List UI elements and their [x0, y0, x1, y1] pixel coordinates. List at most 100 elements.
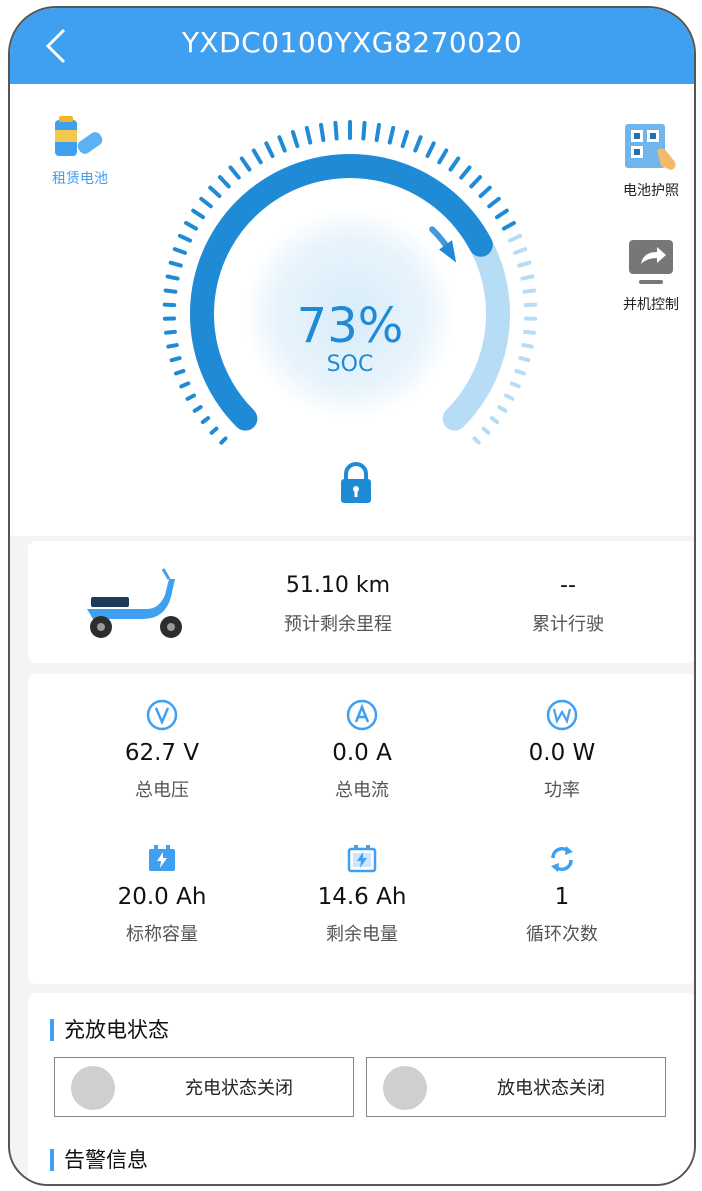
gauge-tick [239, 156, 252, 172]
metrics-card: 62.7 V 总电压 0.0 A 总电流 0.0 W 功率 20.0 Ah 标称… [28, 674, 694, 984]
metric-power: 0.0 W 功率 [482, 698, 642, 802]
alarm-info-title: 告警信息 [50, 1149, 148, 1171]
gauge-tick [217, 175, 231, 189]
discharge-state-toggle[interactable]: 放电状态关闭 [366, 1057, 666, 1117]
gauge-tick [469, 175, 483, 189]
gauge-tick [165, 274, 180, 281]
gauge-tick [425, 141, 436, 158]
power-label: 功率 [544, 780, 580, 801]
total-mileage: -- 累计行驶 [478, 573, 658, 636]
gauge-tick [191, 208, 206, 220]
power-icon [546, 699, 578, 731]
charge-state-label: 充电状态关闭 [185, 1078, 293, 1099]
rent-battery-button[interactable]: 租赁电池 [40, 114, 120, 188]
parallel-control-button[interactable]: 并机控制 [608, 236, 694, 314]
gauge-tick [264, 141, 275, 158]
voltage-label: 总电压 [135, 780, 189, 801]
gauge-tick [172, 247, 187, 255]
gauge-tick [168, 260, 183, 268]
range-card: 51.10 km 预计剩余里程 -- 累计行驶 [28, 541, 694, 663]
gauge-tick [277, 135, 287, 153]
total-mileage-label: 累计行驶 [532, 614, 604, 635]
gauge-tick [333, 120, 339, 141]
gauge-tick [361, 120, 367, 141]
parallel-control-label: 并机控制 [623, 297, 679, 313]
soc-percent: 73% [296, 298, 404, 354]
gauge-tick [507, 233, 523, 243]
metric-nominal-capacity: 20.0 Ah 标称容量 [82, 842, 242, 946]
voltage-value: 62.7 V [124, 740, 200, 766]
nominal-capacity-value: 20.0 Ah [117, 884, 207, 910]
app-header: YXDC0100YXG8270020 [10, 8, 694, 84]
remaining-capacity-label: 剩余电量 [326, 924, 398, 945]
gauge-tick [374, 122, 381, 143]
discharge-state-label: 放电状态关闭 [497, 1078, 605, 1099]
gauge-tick [304, 125, 313, 145]
gauge-tick [319, 122, 326, 143]
rent-battery-icon [55, 116, 103, 156]
discharge-state-indicator [383, 1066, 427, 1110]
cycle-count-value: 1 [554, 884, 570, 910]
current-label: 总电流 [335, 780, 389, 801]
charge-state-toggle[interactable]: 充电状态关闭 [54, 1057, 354, 1117]
share-arrow-icon [629, 240, 673, 284]
gauge-tick [504, 393, 515, 401]
battery-remaining-icon [347, 845, 377, 873]
gauge-tick [509, 381, 521, 389]
gauge-tick [228, 165, 241, 180]
cycle-icon [551, 846, 573, 872]
gauge-tick [251, 148, 263, 165]
metric-cycle-count: 1 循环次数 [482, 842, 642, 946]
gauge-tick [290, 130, 300, 149]
remaining-range: 51.10 km 预计剩余里程 [228, 573, 448, 636]
gauge-tick [501, 221, 516, 231]
metric-remaining-capacity: 14.6 Ah 剩余电量 [282, 842, 442, 946]
battery-capacity-icon [149, 845, 175, 871]
gauge-tick [200, 416, 211, 425]
metric-voltage: 62.7 V 总电压 [82, 698, 242, 802]
remaining-range-value: 51.10 km [285, 573, 391, 598]
gauge-tick [163, 288, 178, 294]
power-value: 0.0 W [528, 740, 596, 766]
gauge-tick [184, 221, 199, 231]
gauge-tick [219, 436, 228, 445]
gauge-tick [494, 208, 509, 220]
gauge-tick [413, 135, 423, 153]
gauge-tick [209, 426, 219, 435]
gauge-tick [448, 156, 461, 172]
cycle-count-label: 循环次数 [526, 924, 598, 945]
gauge-tick [179, 381, 191, 389]
gauge-tick [513, 247, 528, 255]
gauge-tick [517, 260, 532, 268]
remaining-capacity-value: 14.6 Ah [317, 884, 407, 910]
charge-state-indicator [71, 1066, 115, 1110]
lock-icon[interactable] [338, 462, 374, 504]
gauge-tick [487, 196, 501, 209]
gauge-tick [472, 436, 481, 445]
charge-discharge-card: 充放电状态 充电状态关闭 放电状态关闭 告警信息 [28, 993, 694, 1184]
total-mileage-value: -- [560, 573, 576, 598]
gauge-tick [437, 148, 449, 165]
gauge-tick [387, 125, 396, 145]
nominal-capacity-label: 标称容量 [126, 924, 198, 945]
gauge-tick [481, 426, 491, 435]
soc-gauge-ring [162, 120, 538, 445]
gauge-tick [522, 288, 537, 294]
soc-label: SOC [326, 352, 374, 377]
metric-current: 0.0 A 总电流 [282, 698, 442, 802]
rent-battery-label: 租赁电池 [52, 171, 108, 187]
gauge-tick [199, 196, 213, 209]
gauge-tick [192, 405, 203, 413]
page-title: YXDC0100YXG8270020 [181, 26, 523, 59]
gauge-tick [478, 185, 492, 199]
charge-discharge-title: 充放电状态 [50, 1019, 169, 1041]
gauge-tick [489, 416, 500, 425]
remaining-range-label: 预计剩余里程 [284, 614, 392, 635]
phone-frame: YXDC0100YXG8270020 租赁电池 电池护照 并机控制 73% SO… [8, 6, 696, 1186]
gauge-tick [497, 405, 508, 413]
current-icon [346, 699, 378, 731]
battery-passport-button[interactable]: 电池护照 [608, 120, 694, 200]
scooter-icon [87, 568, 182, 638]
gauge-tick [208, 185, 222, 199]
current-value: 0.0 A [332, 740, 392, 766]
